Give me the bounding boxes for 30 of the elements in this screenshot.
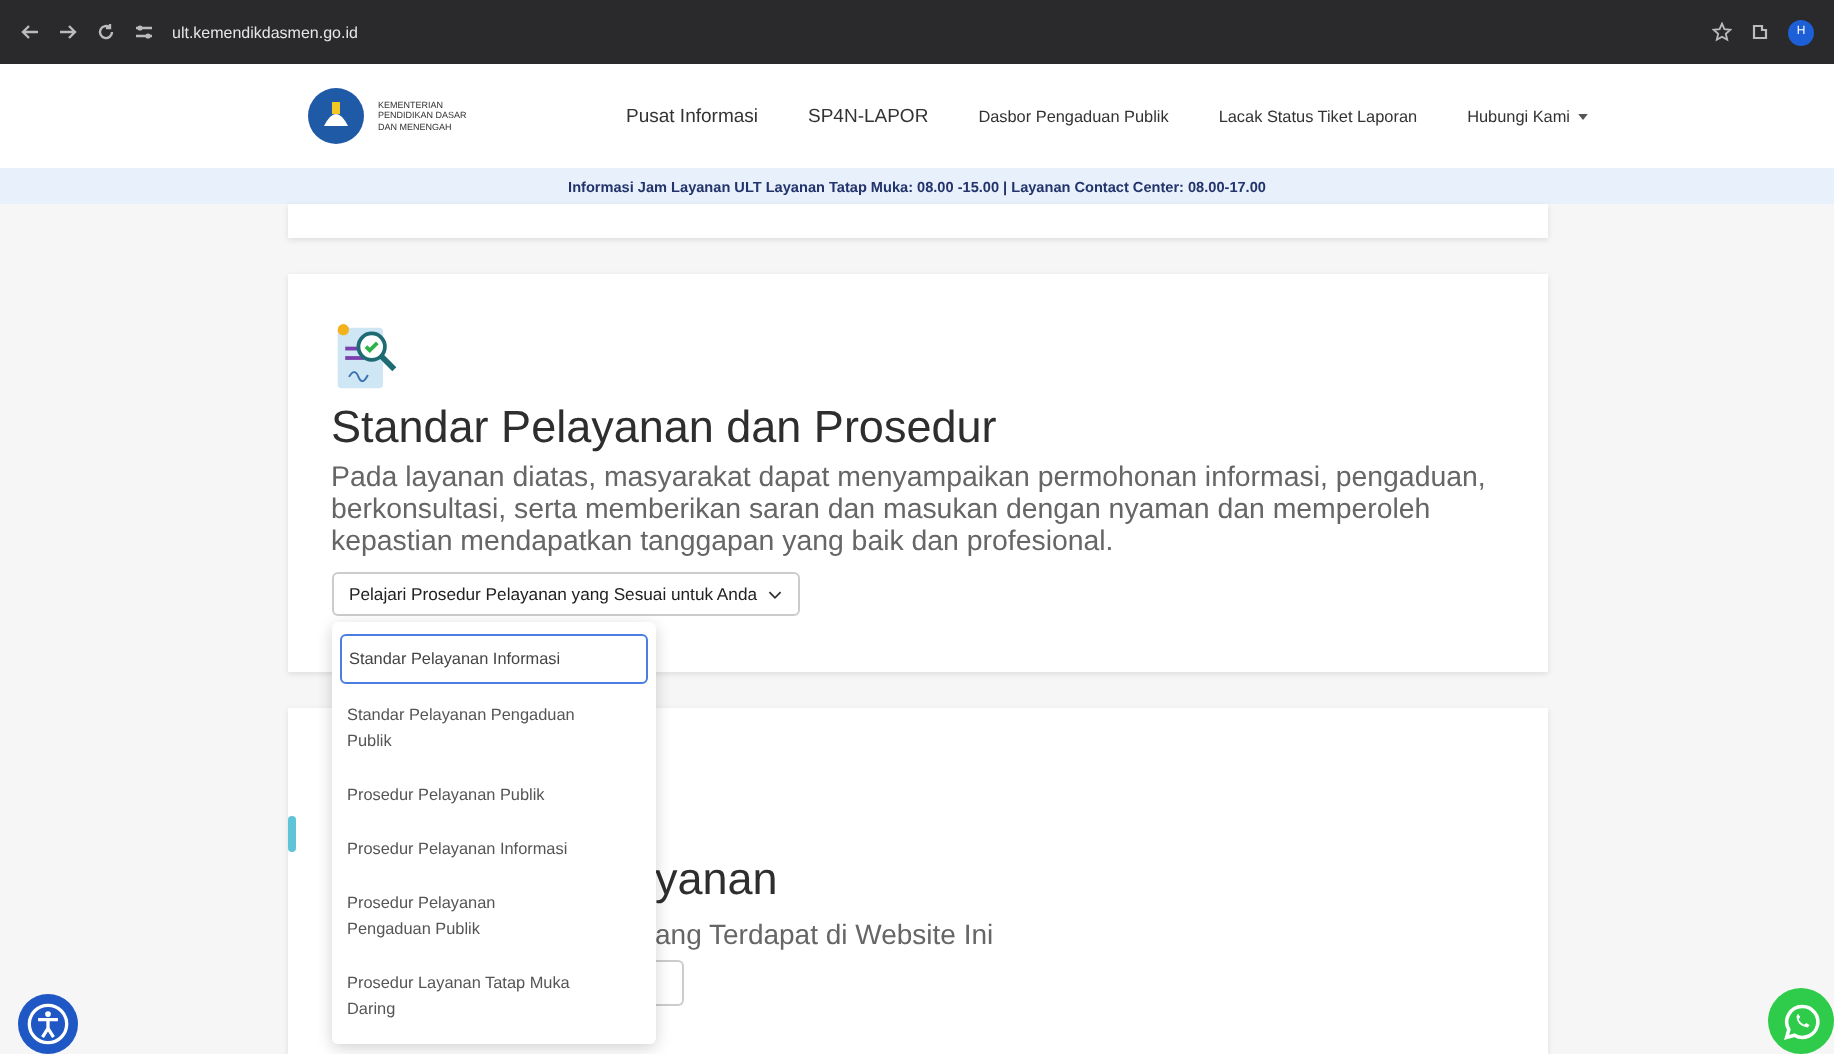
menu-item[interactable]: Prosedur Pelayanan Pengaduan Publik — [339, 880, 647, 952]
menu-item[interactable]: Prosedur Layanan Tatap Muka Daring — [339, 960, 647, 1032]
nav-link[interactable]: Pusat Informasi — [626, 105, 758, 127]
site-settings-icon[interactable] — [134, 22, 154, 42]
menu-item[interactable]: Standar Pelayanan Informasi — [339, 634, 647, 684]
nav-link[interactable]: SP4N-LAPOR — [808, 105, 929, 127]
menu-item[interactable]: Prosedur Pelayanan Publik — [339, 772, 647, 818]
accessibility-icon — [26, 1002, 70, 1046]
section-title: Standar Pelayanan dan Prosedur — [331, 402, 999, 454]
menu-item[interactable]: Standar Pelayanan Pengaduan Publik — [339, 692, 647, 764]
chevron-icon — [767, 589, 782, 599]
caret-icon — [1578, 113, 1588, 120]
section-title: yanan — [655, 854, 780, 906]
section-description: ang Terdapat di Website Ini — [655, 918, 996, 950]
procedure-dropdown[interactable]: Pelajari Prosedur Pelayanan yang Sesuai untuk Anda — [331, 572, 800, 616]
menu-item[interactable]: Prosedur Pelayanan Informasi — [339, 826, 647, 872]
nav-link[interactable]: Lacak Status Tiket Laporan — [1218, 107, 1418, 125]
star-icon[interactable] — [1712, 22, 1732, 42]
section-icon — [287, 816, 295, 852]
emblem-icon[interactable] — [306, 86, 366, 146]
nav-link[interactable]: Hubungi Kami — [1467, 107, 1588, 125]
whatsapp-icon — [1779, 999, 1823, 1043]
reload-icon[interactable] — [96, 22, 116, 42]
nav-link[interactable]: Dasbor Pengaduan Publik — [978, 107, 1169, 125]
extensions-icon[interactable] — [1750, 22, 1770, 42]
back-icon[interactable] — [20, 22, 40, 42]
accessibility-button[interactable] — [18, 994, 78, 1054]
forward-icon[interactable] — [58, 22, 78, 42]
address-bar[interactable]: ult.kemendikdasmen.go.id — [172, 23, 358, 41]
section-description: Pada layanan diatas, masyarakat dapat menyampaikan permohonan informasi, pengaduan, berkonsultasi, serta memberikan saran dan masukan dengan nyaman dan memperoleh kepastian mendapatkan tanggapan yang baik dan profesional. — [331, 462, 1488, 558]
